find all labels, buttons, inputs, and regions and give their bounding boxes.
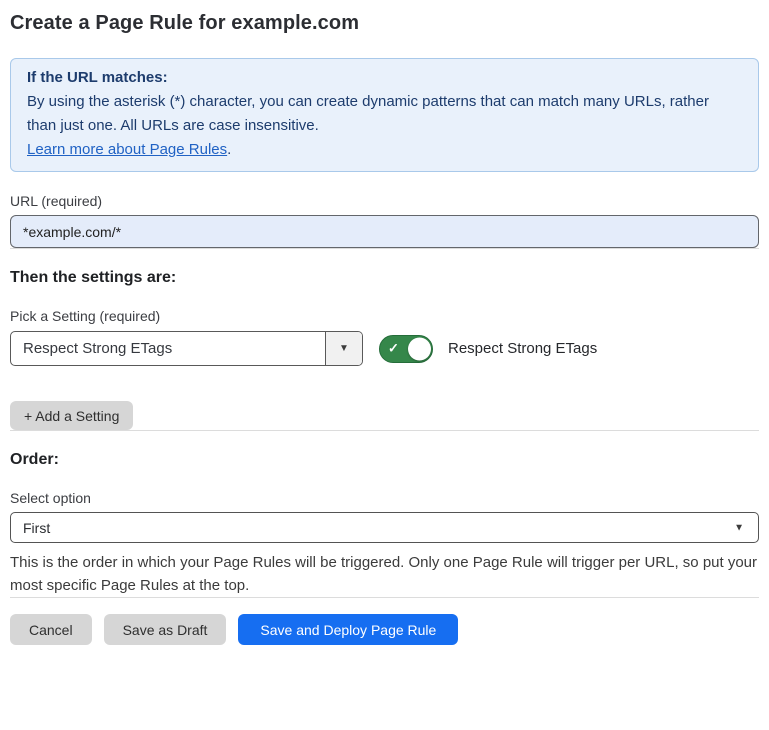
info-box-link-line: Learn more about Page Rules. xyxy=(27,138,742,162)
save-deploy-button[interactable]: Save and Deploy Page Rule xyxy=(238,614,458,645)
info-box-body-text: By using the asterisk (*) character, you… xyxy=(27,93,709,134)
setting-select-value: Respect Strong ETags xyxy=(11,332,325,365)
url-match-info-box: If the URL matches: By using the asteris… xyxy=(10,58,759,172)
page-title: Create a Page Rule for example.com xyxy=(10,12,759,35)
order-select-value: First xyxy=(23,520,50,536)
check-icon: ✓ xyxy=(388,340,399,356)
actions-divider xyxy=(10,597,759,598)
setting-row: Respect Strong ETags ▼ ✓ Respect Strong … xyxy=(10,331,759,366)
info-box-heading: If the URL matches: xyxy=(27,66,742,90)
section-divider xyxy=(10,248,759,249)
toggle-knob xyxy=(408,337,431,360)
etags-toggle[interactable]: ✓ xyxy=(379,335,433,363)
section-divider xyxy=(10,430,759,431)
save-draft-button[interactable]: Save as Draft xyxy=(104,614,227,645)
actions-row: Cancel Save as Draft Save and Deploy Pag… xyxy=(10,614,759,645)
link-period: . xyxy=(227,141,231,158)
order-select-label: Select option xyxy=(10,490,759,506)
info-box-body: By using the asterisk (*) character, you… xyxy=(27,90,742,138)
setting-select[interactable]: Respect Strong ETags ▼ xyxy=(10,331,363,366)
url-field-label: URL (required) xyxy=(10,193,759,209)
chevron-down-icon: ▼ xyxy=(339,343,349,354)
chevron-down-icon: ▼ xyxy=(734,522,744,533)
setting-select-arrow-button[interactable]: ▼ xyxy=(325,332,362,365)
learn-more-link[interactable]: Learn more about Page Rules xyxy=(27,141,227,158)
cancel-button[interactable]: Cancel xyxy=(10,614,92,645)
page-rule-form: Create a Page Rule for example.com If th… xyxy=(0,12,769,645)
settings-section-heading: Then the settings are: xyxy=(10,269,759,287)
add-setting-button[interactable]: + Add a Setting xyxy=(10,401,133,430)
order-select[interactable]: First ▼ xyxy=(10,512,759,543)
url-input[interactable] xyxy=(10,215,759,248)
etags-toggle-label: Respect Strong ETags xyxy=(448,340,597,357)
order-section-heading: Order: xyxy=(10,451,759,469)
order-help-text: This is the order in which your Page Rul… xyxy=(10,551,759,597)
setting-picker-label: Pick a Setting (required) xyxy=(10,308,759,324)
